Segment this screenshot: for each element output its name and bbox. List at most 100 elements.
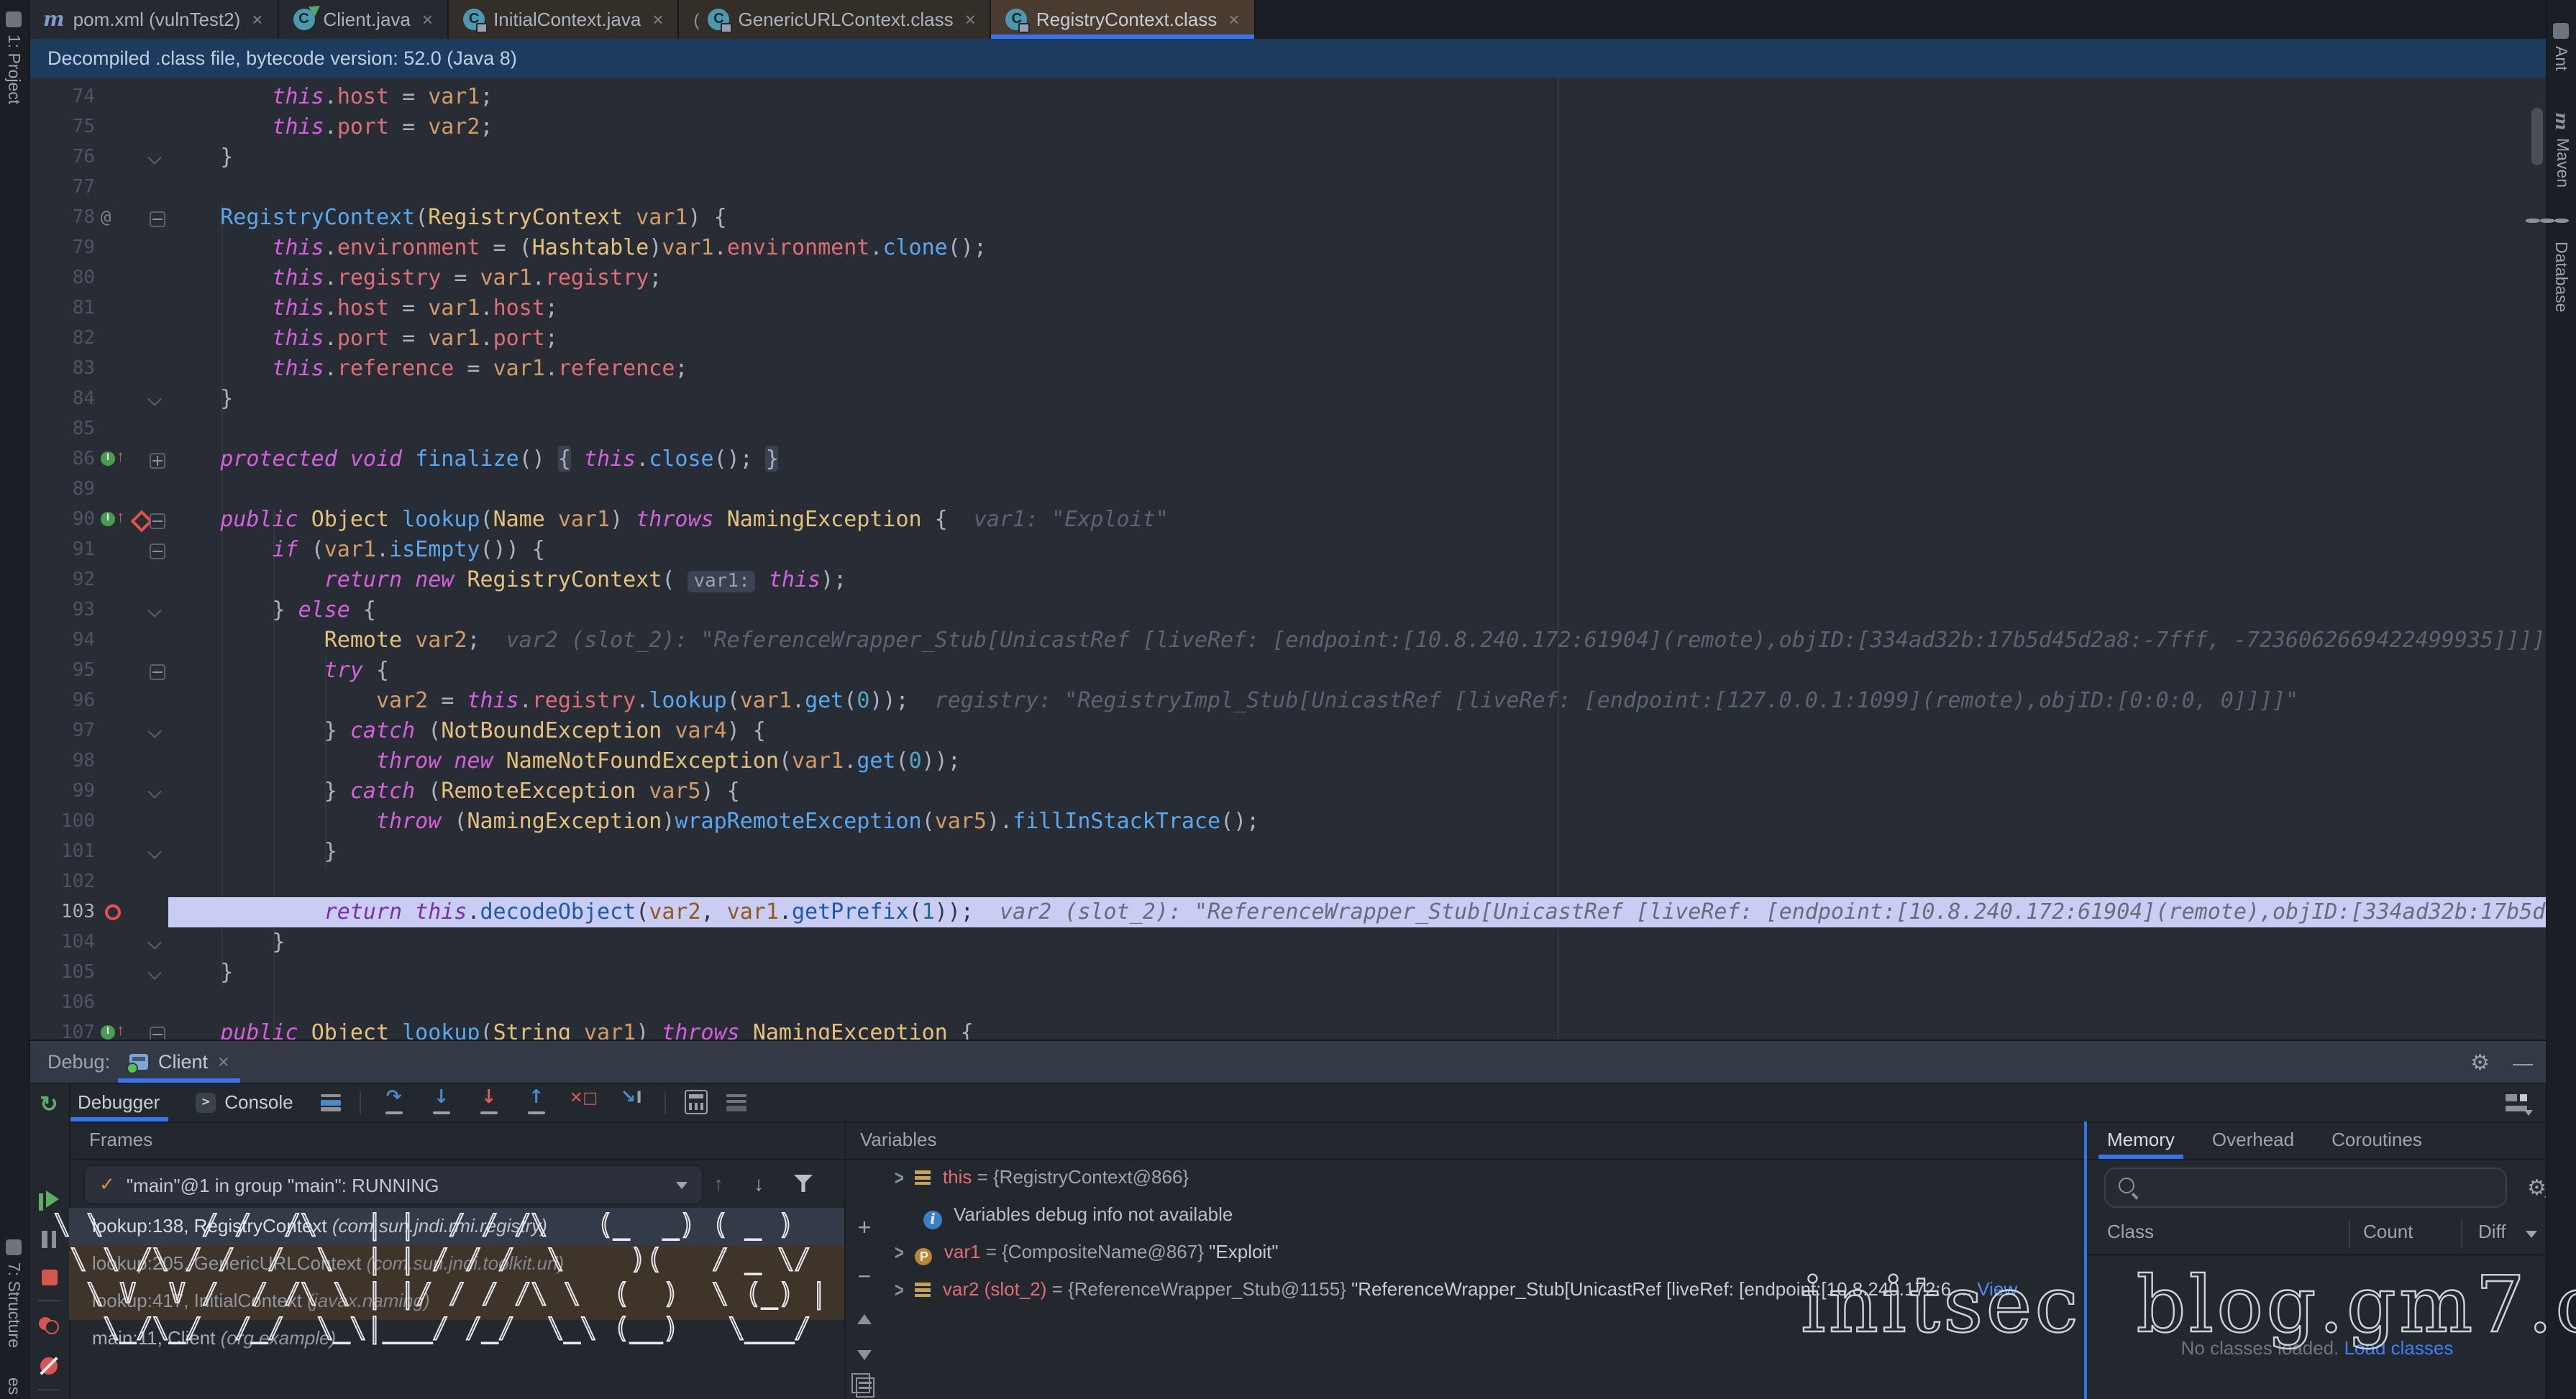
code-line[interactable]: 100 throw (NamingException)wrapRemoteExc…	[29, 807, 2547, 837]
fold-marker[interactable]	[150, 211, 165, 227]
code-line[interactable]: 77	[29, 173, 2547, 203]
code-line[interactable]: 102	[29, 867, 2547, 897]
code-line[interactable]: 80 this.registry = var1.registry;	[29, 263, 2547, 293]
memory-settings-gear-icon[interactable]: ⚙	[2527, 1176, 2547, 1201]
evaluate-expression-icon[interactable]	[685, 1090, 708, 1114]
code-line[interactable]: 76 }	[29, 142, 2547, 173]
column-divider[interactable]	[2349, 1219, 2350, 1248]
close-icon[interactable]: ×	[1228, 9, 1239, 30]
code-line[interactable]: 82 this.port = var1.port;	[29, 324, 2547, 354]
code-line[interactable]: 99 } catch (RemoteException var5) {	[29, 776, 2547, 807]
code-line[interactable]: 78@ RegistryContext(RegistryContext var1…	[29, 203, 2547, 233]
move-down-icon[interactable]	[846, 1341, 883, 1364]
step-into-icon[interactable]: ↓	[427, 1089, 456, 1115]
settings-gear-icon[interactable]: ⚙	[2470, 1049, 2490, 1075]
mute-breakpoints-icon[interactable]	[29, 1356, 69, 1382]
toolwindow-maven[interactable]: m Maven	[2552, 112, 2572, 187]
code-line[interactable]: 97 } catch (NotBoundException var4) {	[29, 716, 2547, 746]
expand-chevron-icon[interactable]: >	[895, 1271, 904, 1308]
code-line[interactable]: 92 return new RegistryContext( var1: thi…	[29, 565, 2547, 595]
code-line[interactable]: 94 Remote var2; var2 (slot_2): "Referenc…	[29, 625, 2547, 656]
close-icon[interactable]: ×	[422, 9, 433, 30]
fold-marker[interactable]	[147, 845, 162, 859]
code-line[interactable]: 103 return this.decodeObject(var2, var1.…	[29, 897, 2547, 927]
column-class[interactable]: Class	[2107, 1221, 2154, 1242]
breakpoint-icon[interactable]	[105, 904, 121, 920]
tab-overhead[interactable]: Overhead	[2212, 1122, 2294, 1159]
toolwindow-structure[interactable]: 7: Structure	[4, 1239, 22, 1348]
fold-marker[interactable]	[150, 453, 165, 469]
code-line[interactable]: 90I↑ public Object lookup(Name var1) thr…	[29, 505, 2547, 535]
add-watch-icon[interactable]: +	[846, 1216, 883, 1242]
drop-frame-icon[interactable]: ✕□	[570, 1089, 598, 1115]
tab-debugger[interactable]: Debugger	[69, 1083, 168, 1122]
step-out-icon[interactable]: ↑	[522, 1089, 551, 1115]
variable-row[interactable]: >this = {RegistryContext@866}	[883, 1159, 2086, 1196]
code-line[interactable]: 83 this.reference = var1.reference;	[29, 354, 2547, 384]
code-line[interactable]: 86I↑ protected void finalize() { this.cl…	[29, 444, 2547, 474]
threads-view-icon[interactable]	[321, 1093, 341, 1111]
code-line[interactable]: 98 throw new NameNotFoundException(var1.…	[29, 746, 2547, 776]
run-to-cursor-icon[interactable]: ↘I	[617, 1089, 646, 1115]
filter-funnel-icon[interactable]	[794, 1175, 813, 1192]
step-over-icon[interactable]: ↷	[380, 1089, 408, 1115]
fold-marker[interactable]	[147, 935, 162, 950]
close-icon[interactable]: ×	[218, 1051, 229, 1073]
toolwindow-database[interactable]: Database	[2552, 219, 2569, 312]
tab-memory[interactable]: Memory	[2107, 1122, 2175, 1159]
code-line[interactable]: 105 }	[29, 958, 2547, 988]
fold-marker[interactable]	[150, 513, 165, 529]
column-count[interactable]: Count	[2363, 1221, 2413, 1242]
code-line[interactable]: 75 this.port = var2;	[29, 112, 2547, 142]
hide-panel-icon[interactable]: —	[2513, 1050, 2533, 1073]
code-line[interactable]: 85	[29, 414, 2547, 444]
fold-marker[interactable]	[150, 1027, 165, 1040]
next-frame-icon[interactable]: ↓	[754, 1172, 764, 1195]
view-options-icon[interactable]	[726, 1093, 746, 1111]
thread-dropdown[interactable]: ✓ "main"@1 in group "main": RUNNING	[83, 1165, 703, 1205]
move-up-icon[interactable]	[846, 1306, 883, 1329]
fold-marker[interactable]	[147, 392, 162, 406]
fold-marker[interactable]	[147, 965, 162, 980]
layout-settings-icon[interactable]	[2506, 1093, 2527, 1111]
toolwindow-favorites-partial[interactable]: es	[4, 1377, 22, 1395]
rerun-icon[interactable]: ↻	[29, 1091, 69, 1117]
duplicate-watch-icon[interactable]	[846, 1377, 883, 1399]
code-line[interactable]: 93 } else {	[29, 595, 2547, 625]
code-line[interactable]: 81 this.host = var1.host;	[29, 293, 2547, 324]
force-step-into-icon[interactable]: ↓	[475, 1089, 503, 1115]
code-line[interactable]: 79 this.environment = (Hashtable)var1.en…	[29, 233, 2547, 263]
column-diff[interactable]: Diff	[2478, 1221, 2506, 1242]
close-icon[interactable]: ×	[965, 9, 976, 30]
code-line[interactable]: 84 }	[29, 384, 2547, 414]
fold-marker[interactable]	[147, 724, 162, 738]
expand-chevron-icon[interactable]: >	[895, 1159, 904, 1196]
prev-frame-icon[interactable]: ↑	[713, 1172, 723, 1195]
tab-initialcontext-java[interactable]: C InitialContext.java ×	[449, 0, 679, 39]
column-divider[interactable]	[2461, 1219, 2462, 1248]
fold-marker[interactable]	[147, 150, 162, 165]
fold-marker[interactable]	[147, 784, 162, 799]
memory-search-input[interactable]	[2104, 1168, 2507, 1208]
close-icon[interactable]: ×	[652, 9, 663, 30]
tab-pom-xml[interactable]: m pom.xml (vulnTest2) ×	[29, 0, 278, 39]
remove-watch-icon[interactable]: −	[846, 1265, 883, 1291]
expand-chevron-icon[interactable]: >	[895, 1234, 904, 1271]
code-line[interactable]: 107I↑ public Object lookup(String var1) …	[29, 1018, 2547, 1040]
toolwindow-ant[interactable]: Ant	[2552, 23, 2569, 71]
code-line[interactable]: 106	[29, 988, 2547, 1018]
editor-scrollbar-thumb[interactable]	[2531, 108, 2543, 165]
debug-session-tab[interactable]: Client ×	[118, 1041, 241, 1083]
code-line[interactable]: 96 var2 = this.registry.lookup(var1.get(…	[29, 686, 2547, 716]
fold-marker[interactable]	[147, 603, 162, 618]
code-line[interactable]: 95 try {	[29, 656, 2547, 686]
tab-registrycontext-class[interactable]: C RegistryContext.class ×	[992, 0, 1256, 39]
code-line[interactable]: 74 this.host = var1;	[29, 82, 2547, 112]
tab-client-java[interactable]: C Client.java ×	[278, 0, 449, 39]
tab-genericurlcontext-class[interactable]: ( C GenericURLContext.class ×	[680, 0, 992, 39]
fold-marker[interactable]	[150, 543, 165, 559]
code-line[interactable]: 104 }	[29, 927, 2547, 958]
tab-coroutines[interactable]: Coroutines	[2331, 1122, 2422, 1159]
toolwindow-project[interactable]: 1: Project	[4, 12, 22, 104]
code-editor[interactable]: 74 this.host = var1;75 this.port = var2;…	[29, 78, 2547, 1040]
